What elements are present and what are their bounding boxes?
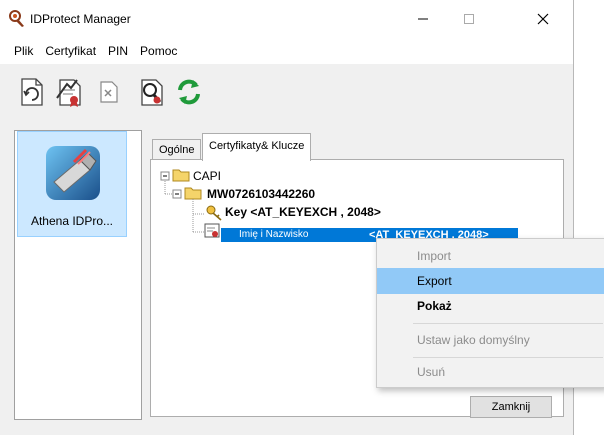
context-menu-separator bbox=[413, 357, 603, 358]
delete-document-icon bbox=[97, 79, 121, 108]
tree-node-key[interactable]: Key <AT_KEYEXCH , 2048> bbox=[225, 205, 381, 219]
close-window-button[interactable] bbox=[520, 0, 566, 38]
close-button[interactable]: Zamknij bbox=[470, 396, 552, 418]
device-item-athena[interactable]: Athena IDPro... bbox=[17, 131, 127, 237]
menu-bar: Plik Certyfikat PIN Pomoc bbox=[0, 38, 573, 64]
usb-token-icon bbox=[42, 142, 104, 204]
tree-node-container[interactable]: MW0726103442260 bbox=[207, 187, 315, 201]
certificate-name: Imię i Nazwisko bbox=[239, 229, 309, 240]
certificate-export-icon bbox=[53, 76, 85, 111]
delete-button[interactable] bbox=[92, 76, 126, 110]
menu-certyfikat[interactable]: Certyfikat bbox=[39, 38, 102, 64]
context-menu-set-default[interactable]: Ustaw jako domyślny bbox=[377, 327, 604, 353]
context-menu-import[interactable]: Import bbox=[377, 243, 604, 269]
context-menu-show[interactable]: Pokaż bbox=[377, 293, 604, 319]
sync-button[interactable] bbox=[172, 76, 206, 110]
toolbar bbox=[0, 64, 573, 126]
menu-pomoc[interactable]: Pomoc bbox=[134, 38, 183, 64]
sync-refresh-icon bbox=[174, 77, 204, 110]
context-menu-separator bbox=[413, 323, 603, 324]
context-menu: Import Export Pokaż Ustaw jako domyślny … bbox=[376, 238, 604, 388]
context-menu-delete[interactable]: Usuń bbox=[377, 359, 604, 385]
tree-node-capi[interactable]: CAPI bbox=[193, 169, 221, 183]
device-label: Athena IDPro... bbox=[30, 214, 114, 228]
inspect-certificate-button[interactable] bbox=[134, 76, 168, 110]
menu-plik[interactable]: Plik bbox=[0, 38, 39, 64]
export-certificate-button[interactable] bbox=[52, 76, 86, 110]
app-logo-icon bbox=[8, 10, 26, 28]
refresh-document-icon bbox=[16, 76, 46, 111]
maximize-button[interactable] bbox=[446, 0, 492, 38]
device-list: Athena IDPro... bbox=[14, 130, 142, 420]
title-bar[interactable]: IDProtect Manager bbox=[0, 0, 573, 38]
minimize-button[interactable] bbox=[400, 0, 446, 38]
tab-certificates-keys[interactable]: Certyfikaty& Klucze bbox=[202, 133, 312, 161]
window-title: IDProtect Manager bbox=[30, 12, 131, 26]
context-menu-export[interactable]: Export bbox=[377, 268, 604, 294]
inspect-certificate-icon bbox=[135, 76, 167, 111]
menu-pin[interactable]: PIN bbox=[102, 38, 134, 64]
refresh-document-button[interactable] bbox=[14, 76, 48, 110]
tab-general[interactable]: Ogólne bbox=[152, 139, 202, 160]
